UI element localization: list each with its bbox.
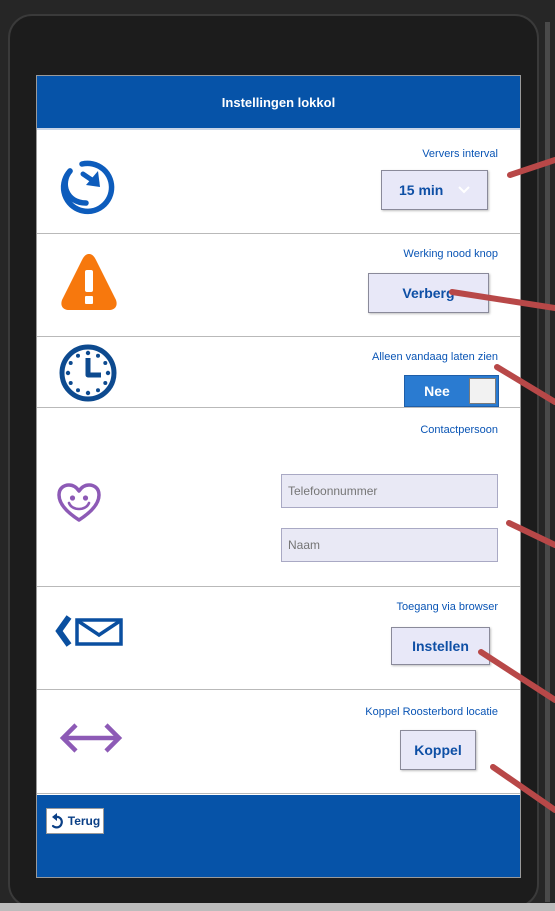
row-today-only: Alleen vandaag laten zien Nee: [37, 337, 520, 408]
refresh-interval-value: 15 min: [399, 182, 444, 198]
clock-icon: [59, 344, 117, 402]
chevron-down-icon: [458, 186, 471, 194]
refresh-interval-select[interactable]: 15 min: [381, 170, 488, 210]
footer-bar: Terug: [37, 795, 520, 877]
page-title: Instellingen lokkol: [221, 95, 336, 110]
row-refresh-interval: Ververs interval 15 min: [37, 130, 520, 234]
refresh-icon: [60, 160, 115, 215]
emergency-button-label: Werking nood knop: [403, 248, 498, 260]
desktop-strip: [0, 903, 555, 911]
setup-button[interactable]: Instellen: [391, 627, 490, 665]
today-only-toggle[interactable]: Nee: [404, 375, 499, 407]
settings-screen: Instellingen lokkol Ververs interval 15 …: [36, 75, 521, 878]
back-label: Terug: [67, 814, 101, 828]
row-browser-access: Toegang via browser Instellen: [37, 587, 520, 690]
mail-back-icon: [55, 615, 123, 647]
smiley-heart-icon: [57, 483, 101, 522]
undo-arrow-icon: [51, 813, 63, 829]
warning-icon: [61, 254, 117, 310]
double-arrow-icon: [59, 723, 123, 753]
back-button[interactable]: Terug: [46, 808, 104, 834]
today-only-toggle-value: Nee: [424, 383, 450, 399]
row-contact-person: Contactpersoon: [37, 408, 520, 587]
contact-person-label: Contactpersoon: [420, 424, 498, 436]
link-board-label: Koppel Roosterbord locatie: [365, 706, 498, 718]
refresh-interval-label: Ververs interval: [422, 148, 498, 160]
row-link-board: Koppel Roosterbord locatie Koppel: [37, 690, 520, 794]
today-only-label: Alleen vandaag laten zien: [372, 351, 498, 363]
phone-number-input[interactable]: [281, 474, 498, 508]
hide-button[interactable]: Verberg: [368, 273, 489, 313]
name-input[interactable]: [281, 528, 498, 562]
row-emergency-button: Werking nood knop Verberg: [37, 234, 520, 337]
device-side-bar: [545, 22, 550, 902]
header-bar: Instellingen lokkol: [37, 76, 520, 128]
link-button[interactable]: Koppel: [400, 730, 476, 770]
browser-access-label: Toegang via browser: [396, 601, 498, 613]
toggle-knob[interactable]: [469, 378, 496, 404]
